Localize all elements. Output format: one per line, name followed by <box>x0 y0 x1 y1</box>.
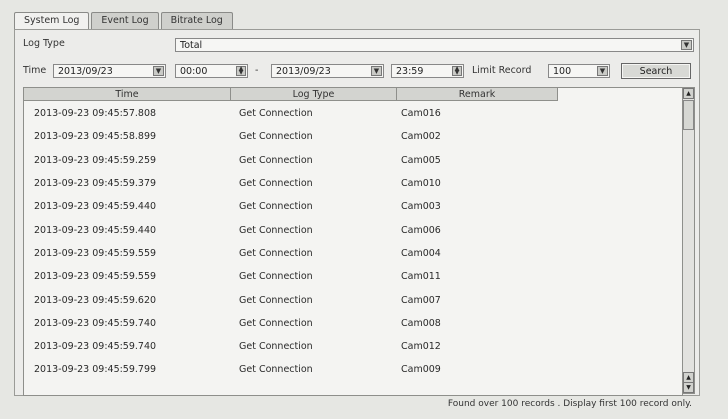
range-dash: - <box>255 65 259 76</box>
scroll-down-icon[interactable]: ▼ <box>683 382 694 393</box>
cell-remark: Cam009 <box>401 364 441 376</box>
column-header-remark[interactable]: Remark <box>397 88 558 101</box>
table-row[interactable]: 2013-09-23 09:45:57.808 Get Connection Cam… <box>24 102 679 125</box>
scroll-thumb[interactable] <box>683 100 694 130</box>
cell-log-type: Get Connection <box>239 131 313 143</box>
cell-time: 2013-09-23 09:45:59.740 <box>34 341 157 353</box>
cell-log-type: Get Connection <box>239 108 313 120</box>
cell-remark: Cam010 <box>401 178 441 190</box>
cell-time: 2013-09-23 09:45:59.559 <box>34 247 157 259</box>
tab-bitrate-log[interactable]: Bitrate Log <box>160 12 233 29</box>
table-header: Time Log Type Remark <box>24 88 558 101</box>
cell-time: 2013-09-23 09:45:59.379 <box>34 178 157 190</box>
limit-record-label: Limit Record <box>472 65 532 76</box>
column-header-time[interactable]: Time <box>24 88 231 101</box>
cell-log-type: Get Connection <box>239 364 313 376</box>
log-type-select[interactable]: Total ▼ <box>175 38 694 52</box>
log-type-label: Log Type <box>23 38 65 49</box>
cell-time: 2013-09-23 09:45:59.559 <box>34 271 157 283</box>
chevron-down-icon[interactable]: ▼ <box>681 40 692 50</box>
start-date-value: 2013/09/23 <box>58 66 113 77</box>
limit-record-select[interactable]: 100 ▼ <box>548 64 610 78</box>
scroll-up-icon[interactable]: ▲ <box>683 88 694 99</box>
cell-log-type: Get Connection <box>239 247 313 259</box>
limit-record-value: 100 <box>553 66 572 77</box>
cell-remark: Cam011 <box>401 271 441 283</box>
end-time-value: 23:59 <box>396 66 424 77</box>
table-row[interactable]: 2013-09-23 09:45:59.440 Get Connection Cam… <box>24 218 679 241</box>
table-row[interactable]: 2013-09-23 09:45:59.259 Get Connection Cam… <box>24 149 679 172</box>
cell-remark: Cam003 <box>401 201 441 213</box>
end-time-stepper[interactable]: 23:59 ▲ ▼ <box>391 64 464 78</box>
cell-log-type: Get Connection <box>239 178 313 190</box>
log-type-row: Log Type <box>23 38 65 49</box>
spin-arrows-icon[interactable]: ▲ ▼ <box>236 66 246 76</box>
cell-log-type: Get Connection <box>239 154 313 166</box>
cell-remark: Cam002 <box>401 131 441 143</box>
end-date-value: 2013/09/23 <box>276 66 331 77</box>
tab-event-log[interactable]: Event Log <box>91 12 159 29</box>
status-footer: Found over 100 records . Display first 1… <box>447 399 692 409</box>
cell-time: 2013-09-23 09:45:59.740 <box>34 317 157 329</box>
table-row[interactable]: 2013-09-23 09:45:59.620 Get Connection Cam… <box>24 288 679 311</box>
table-row[interactable]: 2013-09-23 09:45:59.559 Get Connection Cam… <box>24 265 679 288</box>
start-time-value: 00:00 <box>180 66 208 77</box>
table-row[interactable]: 2013-09-23 09:45:58.899 Get Connection Cam… <box>24 125 679 148</box>
table-row[interactable]: 2013-09-23 09:45:59.379 Get Connection Cam… <box>24 172 679 195</box>
table-row[interactable]: 2013-09-23 09:45:59.740 Get Connection Cam… <box>24 312 679 335</box>
chevron-down-icon[interactable]: ▼ <box>153 66 164 76</box>
table-row[interactable]: 2013-09-23 09:45:59.440 Get Connection Cam… <box>24 195 679 218</box>
table-body: 2013-09-23 09:45:57.808 Get Connection Cam… <box>24 102 679 382</box>
spin-arrows-icon[interactable]: ▲ ▼ <box>452 66 462 76</box>
cell-log-type: Get Connection <box>239 294 313 306</box>
cell-log-type: Get Connection <box>239 224 313 236</box>
cell-time: 2013-09-23 09:45:57.808 <box>34 108 157 120</box>
time-label: Time <box>23 65 47 76</box>
cell-log-type: Get Connection <box>239 201 313 213</box>
cell-remark: Cam012 <box>401 341 441 353</box>
cell-time: 2013-09-23 09:45:59.440 <box>34 224 157 236</box>
cell-remark: Cam007 <box>401 294 441 306</box>
cell-remark: Cam016 <box>401 108 441 120</box>
cell-time: 2013-09-23 09:45:59.440 <box>34 201 157 213</box>
start-time-stepper[interactable]: 00:00 ▲ ▼ <box>175 64 248 78</box>
search-button[interactable]: Search <box>621 63 691 79</box>
time-row: Time <box>23 65 46 76</box>
log-table: Time Log Type Remark 2013-09-23 09:45:57… <box>23 87 683 396</box>
cell-log-type: Get Connection <box>239 317 313 329</box>
table-row[interactable]: 2013-09-23 09:45:59.799 Get Connection Cam… <box>24 358 679 381</box>
cell-remark: Cam005 <box>401 154 441 166</box>
cell-remark: Cam008 <box>401 317 441 329</box>
cell-time: 2013-09-23 09:45:59.259 <box>34 154 157 166</box>
column-header-log-type[interactable]: Log Type <box>231 88 397 101</box>
table-row[interactable]: 2013-09-23 09:45:59.559 Get Connection Cam… <box>24 242 679 265</box>
start-date-select[interactable]: 2013/09/23 ▼ <box>53 64 166 78</box>
cell-time: 2013-09-23 09:45:59.620 <box>34 294 157 306</box>
cell-time: 2013-09-23 09:45:58.899 <box>34 131 157 143</box>
chevron-down-icon[interactable]: ▼ <box>371 66 382 76</box>
cell-log-type: Get Connection <box>239 341 313 353</box>
cell-log-type: Get Connection <box>239 271 313 283</box>
log-type-value: Total <box>180 40 203 51</box>
tab-system-log[interactable]: System Log <box>14 12 90 30</box>
vertical-scrollbar[interactable]: ▲ ▲ ▼ <box>682 87 695 394</box>
table-row[interactable]: 2013-09-23 09:45:59.740 Get Connection Cam… <box>24 335 679 358</box>
cell-remark: Cam004 <box>401 247 441 259</box>
end-date-select[interactable]: 2013/09/23 ▼ <box>271 64 384 78</box>
cell-remark: Cam006 <box>401 224 441 236</box>
log-panel: Log Type Total ▼ Time 2013/09/23 ▼ 00:00… <box>14 29 700 396</box>
log-tabs: System Log Event Log Bitrate Log <box>14 12 235 30</box>
cell-time: 2013-09-23 09:45:59.799 <box>34 364 157 376</box>
chevron-down-icon[interactable]: ▼ <box>597 66 608 76</box>
